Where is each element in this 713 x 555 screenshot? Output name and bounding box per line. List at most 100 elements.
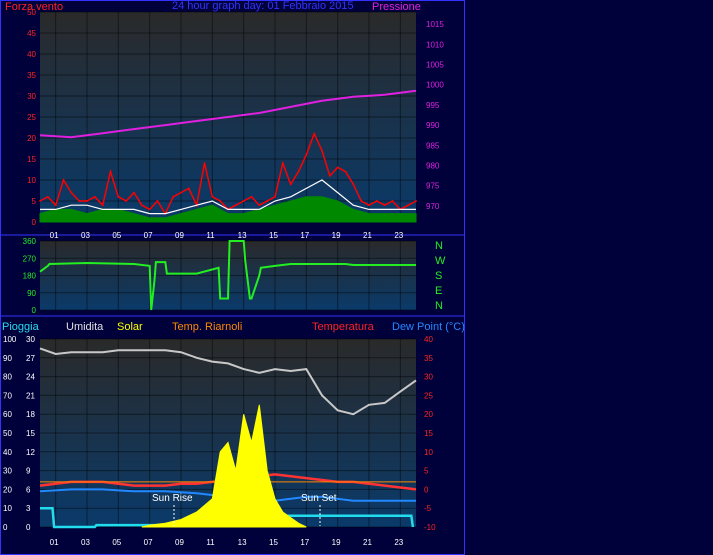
x-tick-label-lower: 21: [363, 538, 372, 547]
wind-point: [274, 195, 276, 198]
wind-point: [242, 200, 245, 202]
temp-y-tick-label: 20: [424, 410, 433, 419]
wind-point: [305, 153, 308, 156]
wind-y-tick-label: 50: [27, 8, 36, 17]
x-tick-label-lower: 23: [394, 538, 403, 547]
wind-point: [234, 204, 237, 207]
x-tick-label-lower: 09: [175, 538, 184, 547]
x-tick-label-lower: 11: [206, 538, 215, 547]
wind-point: [39, 200, 41, 202]
humidity-label: Umidita: [66, 321, 104, 333]
x-tick-label-upper: 09: [175, 231, 184, 240]
pressure-y-tick-label: 985: [426, 141, 440, 150]
wind-point: [266, 200, 269, 202]
wind-point: [211, 195, 214, 198]
x-tick-label-lower: 19: [332, 538, 341, 547]
direction-y-tick-label: 180: [23, 272, 37, 281]
rain-y-tick-label: 20: [3, 485, 12, 494]
direction-y-tick-label: 270: [23, 254, 37, 263]
wind-point: [140, 204, 143, 207]
wind-point: [219, 200, 222, 202]
x-tick-label-lower: 07: [144, 538, 153, 547]
direction-y-tick-label: 90: [27, 289, 36, 298]
wind-point: [70, 191, 73, 194]
dew-point-label: Dew Point (°C): [392, 321, 465, 333]
wind-point: [133, 191, 135, 194]
wind-y-tick-label: 30: [27, 92, 36, 101]
humidity-y-tick-label: 12: [26, 448, 35, 457]
wind-point: [54, 204, 57, 207]
temperature-label: Temperatura: [312, 321, 375, 333]
pressure-y-tick-label: 995: [426, 101, 440, 110]
wind-point: [352, 183, 355, 186]
pressure-y-tick-label: 1005: [426, 61, 444, 70]
rain-y-tick-label: 90: [3, 354, 12, 363]
wind-y-tick-label: 25: [27, 113, 36, 122]
wind-point: [360, 200, 363, 202]
wind-point: [117, 195, 120, 198]
pressure-axis-label: Pressione: [372, 1, 421, 13]
temp-y-tick-label: 35: [424, 354, 433, 363]
pressure-y-tick-label: 975: [426, 182, 440, 191]
wind-point: [93, 195, 96, 198]
wind-y-tick-label: 40: [27, 50, 36, 59]
wind-point: [109, 170, 112, 173]
solar-label: Solar: [117, 321, 143, 333]
sunrise-label: Sun Rise: [152, 493, 193, 504]
wind-point: [368, 204, 370, 207]
wind-point: [289, 183, 292, 186]
x-tick-label-upper: 19: [332, 231, 341, 240]
x-tick-label-lower: 03: [81, 538, 90, 547]
pressure-y-tick-label: 1015: [426, 20, 444, 29]
pressure-y-tick-label: 1000: [426, 81, 444, 90]
wind-point: [78, 200, 81, 202]
temp-y-tick-label: 5: [424, 467, 429, 476]
weather-graph: Forza vento 24 hour graph day: 01 Febbra…: [0, 0, 713, 555]
humidity-y-tick-label: 27: [26, 354, 35, 363]
wind-point: [336, 166, 339, 169]
temp-y-tick-label: 15: [424, 429, 433, 438]
humidity-y-tick-label: 0: [26, 523, 31, 532]
pressure-y-tick-label: 980: [426, 161, 440, 170]
wind-point: [101, 204, 104, 207]
x-tick-label-lower: 01: [50, 538, 59, 547]
wind-point: [281, 162, 284, 165]
indoor-temp-label: Temp. Riarnoli: [172, 321, 242, 333]
wind-point: [180, 191, 182, 194]
wind-y-tick-label: 35: [27, 71, 36, 80]
wind-point: [407, 204, 410, 207]
pressure-y-tick-label: 990: [426, 121, 440, 130]
humidity-y-tick-label: 18: [26, 410, 35, 419]
x-tick-label-lower: 17: [300, 538, 309, 547]
temp-y-tick-label: 25: [424, 391, 433, 400]
wind-point: [258, 204, 261, 207]
x-tick-label-upper: 07: [144, 231, 153, 240]
wind-point: [125, 200, 128, 202]
rain-label: Pioggia: [2, 321, 40, 333]
rain-y-tick-label: 10: [3, 504, 12, 513]
humidity-y-tick-label: 9: [26, 467, 31, 476]
x-tick-label-lower: 05: [112, 538, 121, 547]
humidity-y-tick-label: 6: [26, 485, 31, 494]
wind-point: [415, 200, 417, 202]
wind-point: [172, 195, 175, 198]
wind-y-tick-label: 5: [32, 197, 37, 206]
rain-y-tick-label: 40: [3, 448, 12, 457]
wind-y-tick-label: 20: [27, 134, 36, 143]
temp-y-tick-label: 10: [424, 448, 433, 457]
wind-point: [86, 200, 88, 202]
x-tick-label-upper: 01: [50, 231, 59, 240]
temp-y-tick-label: 40: [424, 335, 433, 344]
chart-title: 24 hour graph day: 01 Febbraio 2015: [172, 0, 354, 12]
wind-y-tick-label: 15: [27, 155, 36, 164]
temp-y-tick-label: 30: [424, 373, 433, 382]
wind-point: [391, 200, 394, 202]
rain-y-tick-label: 80: [3, 373, 12, 382]
x-tick-label-upper: 03: [81, 231, 90, 240]
humidity-y-tick-label: 24: [26, 373, 35, 382]
wind-y-tick-label: 45: [27, 29, 36, 38]
compass-label: N: [435, 300, 443, 312]
x-tick-label-upper: 15: [269, 231, 278, 240]
temp-y-tick-label: -5: [424, 504, 432, 513]
pressure-y-tick-label: 970: [426, 202, 440, 211]
